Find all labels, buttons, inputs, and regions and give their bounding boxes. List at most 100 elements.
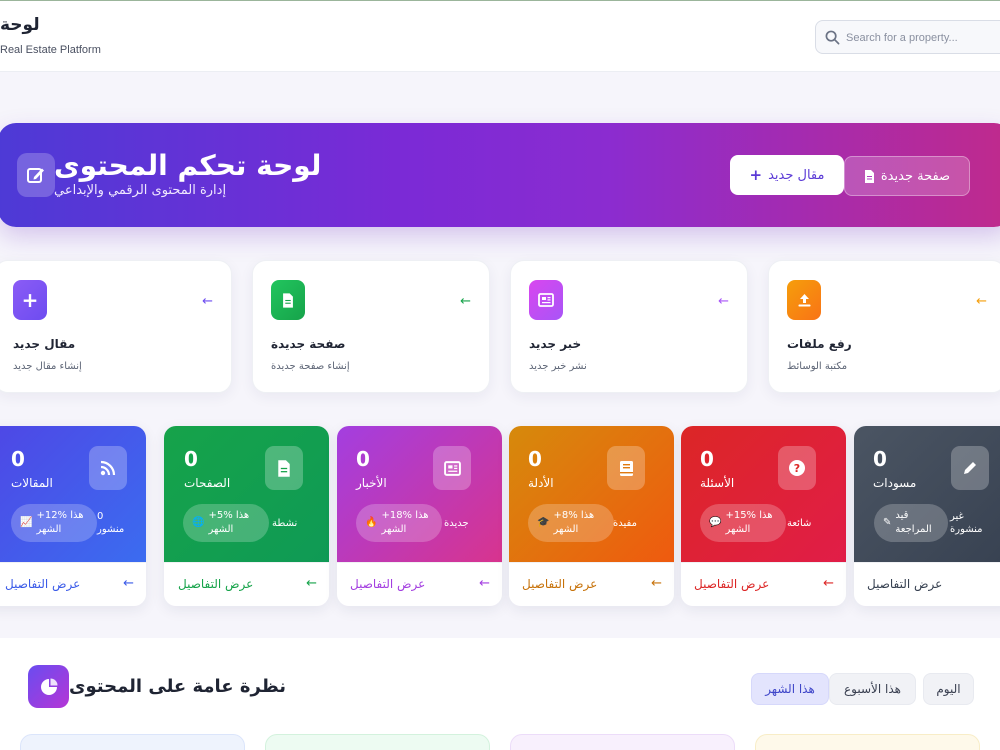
brand-title: لوحة [0, 15, 40, 35]
quick-action-subtitle: إنشاء صفحة جديدة [271, 361, 350, 372]
upload-icon [787, 280, 821, 320]
tab-this-month[interactable]: هذا الشهر [751, 673, 829, 705]
stat-side-text: غير منشورة [950, 511, 983, 535]
stat-value: 0 [184, 447, 198, 471]
file-icon [265, 446, 303, 490]
overview-card [755, 734, 980, 750]
pencil-icon [951, 446, 989, 490]
stat-label: المقالات [11, 476, 53, 490]
search-input[interactable] [846, 27, 996, 49]
arrow-left-icon: ← [202, 294, 213, 309]
stat-value: 0 [700, 447, 714, 471]
stat-side-text: شائعة [787, 518, 812, 529]
comments-icon: 💬 [709, 517, 722, 528]
stat-value: 0 [528, 447, 542, 471]
new-page-label: صفحة جديدة [880, 168, 951, 184]
stat-label: الصفحات [184, 476, 231, 490]
quick-action-new-article[interactable]: + ← مقال جديد إنشاء مقال جديد [0, 260, 232, 393]
stat-badge: ✎ قيد المراجعة [874, 504, 948, 542]
quick-action-title: خبر جديد [529, 337, 582, 351]
stat-badge: 🔥 +18% هذا الشهر [356, 504, 442, 542]
stat-card-articles: 0 المقالات 📈 +12% هذا الشهر 0 منشور عرض ال… [0, 426, 146, 606]
stat-card-questions: 0 الأسئلة ? 💬 +15% هذا الشهر شائعة عرض ال… [681, 426, 846, 606]
stat-card-drafts: 0 مسودات ✎ قيد المراجعة غير منشورة عرض الت… [854, 426, 1000, 606]
top-bar: لوحة Real Estate Platform [0, 1, 1000, 72]
arrow-left-icon: ← [123, 576, 134, 591]
stat-badge: 🎓 +8% هذا الشهر [528, 504, 614, 542]
stat-value: 0 [356, 447, 370, 471]
plus-icon: + [13, 280, 47, 320]
file-icon [864, 169, 874, 183]
new-page-button[interactable]: صفحة جديدة [844, 156, 970, 196]
arrow-left-icon: ← [823, 576, 834, 591]
edit-icon: ✎ [883, 517, 892, 528]
file-icon [271, 280, 305, 320]
new-article-label: مقال جديد [768, 167, 825, 183]
details-label: عرض التفاصيل [694, 577, 770, 591]
details-label: عرض التفاصيل [867, 577, 943, 591]
arrow-left-icon: ← [479, 576, 490, 591]
question-icon: ? [778, 446, 816, 490]
hero-title: لوحة تحكم المحتوى [54, 149, 322, 182]
rss-icon [89, 446, 127, 490]
stat-badge: 📈 +12% هذا الشهر [11, 504, 97, 542]
quick-action-title: رفع ملفات [787, 337, 852, 351]
hero-banner: لوحة تحكم المحتوى إدارة المحتوى الرقمي و… [0, 123, 1000, 227]
pie-chart-icon [28, 665, 69, 708]
search-icon [825, 30, 840, 45]
stat-label: الأسئلة [700, 476, 735, 490]
quick-action-subtitle: نشر خبر جديد [529, 361, 587, 372]
stat-details-link[interactable]: عرض التفاصيل ← [681, 562, 846, 606]
stat-details-link[interactable]: عرض التفاصيل ← [164, 562, 329, 606]
stat-details-link[interactable]: عرض التفاصيل ← [337, 562, 502, 606]
stat-side-text: نشطة [272, 518, 298, 529]
new-article-button[interactable]: + مقال جديد [730, 155, 844, 195]
quick-action-upload-files[interactable]: ← رفع ملفات مكتبة الوسائط [768, 260, 1000, 393]
tab-this-week[interactable]: هذا الأسبوع [829, 673, 916, 705]
quick-action-subtitle: مكتبة الوسائط [787, 361, 848, 372]
stat-card-news: 0 الأخبار 🔥 +18% هذا الشهر جديدة عرض التف… [337, 426, 502, 606]
chart-icon: 📈 [20, 517, 33, 528]
graduation-icon: 🎓 [537, 517, 550, 528]
tab-today[interactable]: اليوم [923, 673, 974, 705]
overview-title: نظرة عامة على المحتوى [69, 676, 286, 697]
stat-card-pages: 0 الصفحات 🌐 +5% هذا الشهر نشطة عرض التفاص… [164, 426, 329, 606]
arrow-left-icon: ← [718, 294, 729, 309]
arrow-left-icon: ← [651, 576, 662, 591]
hero-subtitle: إدارة المحتوى الرقمي والإبداعي [54, 183, 227, 198]
arrow-left-icon: ← [976, 294, 987, 309]
stat-details-link[interactable]: عرض التفاصيل ← [854, 562, 1000, 606]
stat-value: 0 [873, 447, 887, 471]
stat-card-guides: 0 الأدلة 🎓 +8% هذا الشهر مفيدة عرض التفاص… [509, 426, 674, 606]
quick-action-new-page[interactable]: ← صفحة جديدة إنشاء صفحة جديدة [252, 260, 490, 393]
stat-side-text: جديدة [444, 518, 469, 529]
quick-action-title: مقال جديد [13, 337, 76, 351]
arrow-left-icon: ← [460, 294, 471, 309]
quick-action-new-news[interactable]: ← خبر جديد نشر خبر جديد [510, 260, 748, 393]
book-icon [607, 446, 645, 490]
details-label: عرض التفاصيل [522, 577, 598, 591]
details-label: عرض التفاصيل [178, 577, 254, 591]
details-label: عرض التفاصيل [5, 577, 81, 591]
stat-label: الأدلة [528, 476, 554, 490]
arrow-left-icon: ← [306, 576, 317, 591]
stat-details-link[interactable]: عرض التفاصيل ← [0, 562, 146, 606]
search-box[interactable] [815, 20, 1000, 54]
quick-action-subtitle: إنشاء مقال جديد [13, 361, 82, 372]
details-label: عرض التفاصيل [350, 577, 426, 591]
newspaper-icon [433, 446, 471, 490]
stat-badge: 🌐 +5% هذا الشهر [183, 504, 269, 542]
stat-label: الأخبار [356, 476, 387, 490]
stat-label: مسودات [873, 476, 917, 490]
stat-value: 0 [11, 447, 25, 471]
brand-subtitle: Real Estate Platform [0, 44, 101, 56]
plus-icon: + [749, 166, 763, 184]
stat-side-text: مفيدة [613, 518, 637, 529]
newspaper-icon [529, 280, 563, 320]
edit-icon [17, 153, 55, 197]
overview-card [265, 734, 490, 750]
stat-details-link[interactable]: عرض التفاصيل ← [509, 562, 674, 606]
overview-card [20, 734, 245, 750]
svg-text:?: ? [794, 462, 800, 475]
globe-icon: 🌐 [192, 517, 205, 528]
